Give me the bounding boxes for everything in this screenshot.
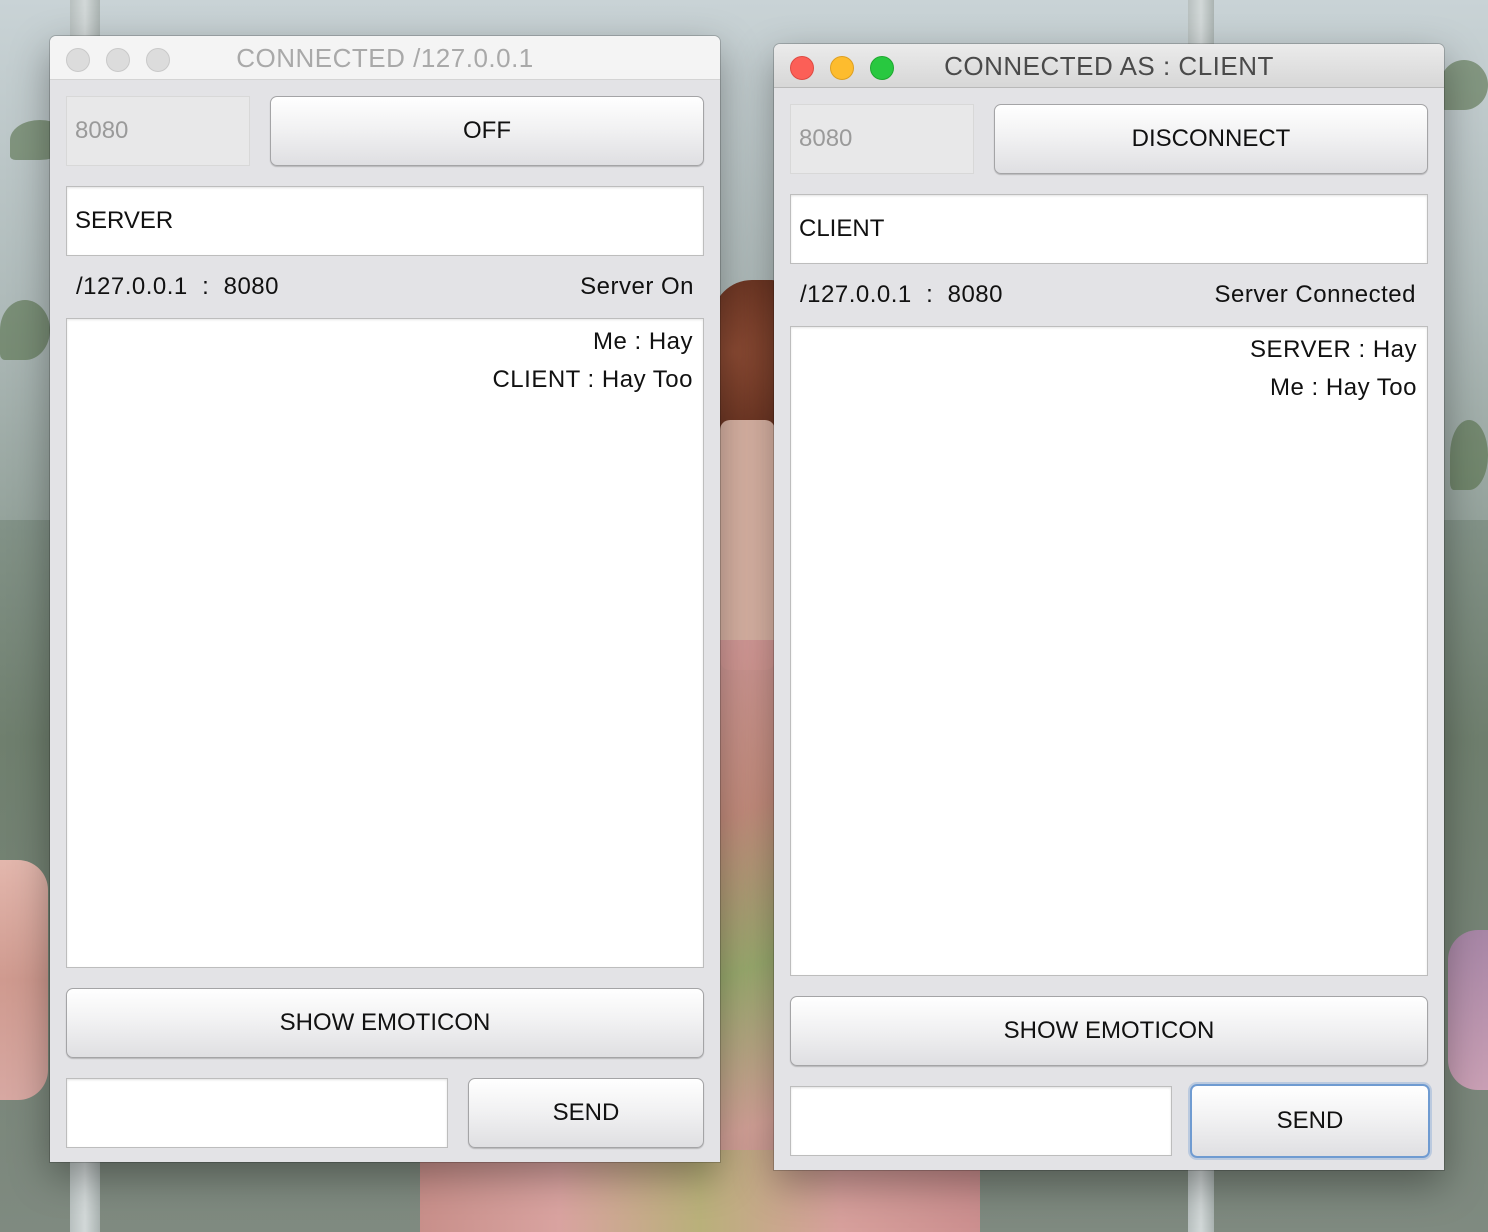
server-window: CONNECTED /127.0.0.1 8080 OFF SERVER /12… — [50, 36, 720, 1162]
chat-message: SERVER : Hay — [1250, 336, 1417, 363]
client-window: CONNECTED AS : CLIENT 8080 DISCONNECT CL… — [774, 44, 1444, 1170]
window-title: CONNECTED /127.0.0.1 — [236, 43, 534, 73]
port-field[interactable]: 8080 — [790, 104, 974, 174]
show-emoticon-button[interactable]: SHOW EMOTICON — [66, 988, 704, 1058]
chat-message: Me : Hay — [592, 328, 693, 355]
chat-message: CLIENT : Hay Too — [492, 366, 693, 393]
chat-area[interactable]: Me : Hay CLIENT : Hay Too — [66, 318, 704, 968]
window-title: CONNECTED AS : CLIENT — [944, 51, 1274, 81]
name-field[interactable]: CLIENT — [790, 194, 1428, 264]
status-label: Server On — [580, 273, 694, 300]
chat-message: Me : Hay Too — [1270, 374, 1417, 401]
port-field[interactable]: 8080 — [66, 96, 250, 166]
send-button[interactable]: SEND — [1190, 1084, 1430, 1158]
server-titlebar[interactable]: CONNECTED /127.0.0.1 — [50, 36, 720, 80]
message-input[interactable] — [790, 1086, 1172, 1156]
disconnect-button[interactable]: DISCONNECT — [994, 104, 1428, 174]
client-titlebar[interactable]: CONNECTED AS : CLIENT — [774, 44, 1444, 88]
address-label: /127.0.0.1 : 8080 — [76, 273, 279, 300]
message-input[interactable] — [66, 1078, 448, 1148]
status-label: Server Connected — [1214, 281, 1416, 308]
show-emoticon-button[interactable]: SHOW EMOTICON — [790, 996, 1428, 1066]
name-field[interactable]: SERVER — [66, 186, 704, 256]
off-button[interactable]: OFF — [270, 96, 704, 166]
send-button[interactable]: SEND — [468, 1078, 704, 1148]
chat-area[interactable]: SERVER : Hay Me : Hay Too — [790, 326, 1428, 976]
address-label: /127.0.0.1 : 8080 — [800, 281, 1003, 308]
